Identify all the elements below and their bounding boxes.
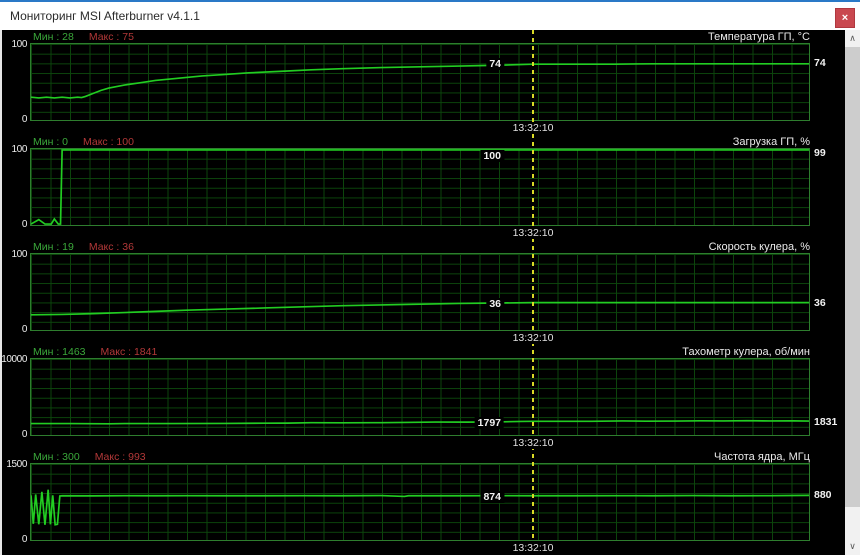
- panel-footer: 13:32:10: [0, 541, 845, 555]
- panel-footer: 13:32:10: [0, 436, 845, 450]
- minmax-labels: Мин : 300 Макс : 993: [33, 451, 146, 463]
- panel-title: Тахометр кулера, об/мин: [682, 346, 810, 358]
- cursor-value-label: 36: [486, 297, 504, 310]
- plot-line: [31, 301, 809, 316]
- end-value-label: 880: [814, 489, 832, 502]
- close-icon: ×: [841, 12, 849, 24]
- panel-header: Мин : 0 Макс : 100 Загрузка ГП, %: [0, 135, 845, 148]
- min-label: Мин : 300: [33, 451, 80, 463]
- graph-row: 100 0 100 99: [0, 144, 845, 230]
- panel-header: Мин : 28 Макс : 75 Температура ГП, °C: [0, 30, 845, 43]
- min-label: Мин : 1463: [33, 346, 86, 358]
- y-axis-max-label: 10000: [1, 354, 27, 365]
- plot-area[interactable]: 36: [30, 253, 810, 331]
- titlebar: Мониторинг MSI Afterburner v4.1.1 ×: [0, 0, 860, 30]
- max-label: Макс : 36: [88, 241, 134, 253]
- y-axis-max-label: 100: [11, 39, 28, 50]
- timestamp-label: 13:32:10: [510, 437, 556, 449]
- timestamp-label: 13:32:10: [510, 332, 556, 344]
- monitor-panel: Мин : 300 Макс : 993 Частота ядра, МГц 1500…: [0, 450, 845, 555]
- cursor-value-label: 874: [480, 490, 504, 503]
- monitor-panel: Мин : 28 Макс : 75 Температура ГП, °C 100 0 7…: [0, 30, 845, 135]
- minmax-labels: Мин : 28 Макс : 75: [33, 31, 134, 43]
- plot-area[interactable]: 100: [30, 148, 810, 226]
- minmax-labels: Мин : 19 Макс : 36: [33, 241, 134, 253]
- minmax-labels: Мин : 0 Макс : 100: [33, 136, 134, 148]
- end-value-label: 36: [814, 296, 826, 309]
- scroll-thumb[interactable]: [845, 47, 860, 507]
- min-label: Мин : 28: [33, 31, 74, 43]
- cursor-value-label: 100: [480, 150, 504, 162]
- max-label: Макс : 75: [88, 31, 134, 43]
- monitor-content: Мин : 28 Макс : 75 Температура ГП, °C 100 0 7…: [0, 30, 845, 555]
- y-axis-max-label: 100: [11, 144, 28, 155]
- timestamp-label: 13:32:10: [510, 122, 556, 134]
- timestamp-label: 13:32:10: [510, 542, 556, 554]
- plot-area[interactable]: 1797: [30, 358, 810, 436]
- window-left-border: [0, 30, 2, 555]
- min-label: Мин : 19: [33, 241, 74, 253]
- cursor-line: [532, 30, 534, 555]
- max-label: Макс : 1841: [100, 346, 158, 358]
- graph-row: 100 0 74 74: [0, 39, 845, 125]
- panel-header: Мин : 1463 Макс : 1841 Тахометр кулера, об…: [0, 345, 845, 358]
- graph-row: 10000 0 1797 1831: [0, 354, 845, 440]
- monitor-panel: Мин : 19 Макс : 36 Скорость кулера, % 100 0 3…: [0, 240, 845, 345]
- graph-row: 100 0 36 36: [0, 249, 845, 335]
- plot-area[interactable]: 874: [30, 463, 810, 541]
- panel-title: Частота ядра, МГц: [714, 451, 810, 463]
- max-label: Макс : 993: [94, 451, 146, 463]
- graph-row: 1500 0 874 880: [0, 459, 845, 545]
- window-title: Мониторинг MSI Afterburner v4.1.1: [10, 9, 200, 23]
- y-axis-max-label: 100: [11, 249, 28, 260]
- monitor-panel: Мин : 1463 Макс : 1841 Тахометр кулера, об…: [0, 345, 845, 450]
- chevron-down-icon: ∨: [849, 541, 856, 551]
- max-label: Макс : 100: [83, 136, 134, 148]
- panel-footer: 13:32:10: [0, 331, 845, 345]
- panel-title: Загрузка ГП, %: [732, 136, 810, 148]
- close-button[interactable]: ×: [835, 8, 855, 28]
- plot-area[interactable]: 74: [30, 43, 810, 121]
- vertical-scrollbar[interactable]: ∧ ∨: [845, 30, 860, 555]
- monitor-panel: Мин : 0 Макс : 100 Загрузка ГП, % 100 0 100 99…: [0, 135, 845, 240]
- plot-line: [31, 419, 809, 425]
- scroll-down-button[interactable]: ∨: [845, 538, 860, 555]
- panel-footer: 13:32:10: [0, 226, 845, 240]
- plot-line: [31, 489, 809, 526]
- panel-header: Мин : 19 Макс : 36 Скорость кулера, %: [0, 240, 845, 253]
- y-axis-max-label: 1500: [6, 459, 27, 470]
- timestamp-label: 13:32:10: [510, 227, 556, 239]
- cursor-value-label: 74: [486, 58, 504, 71]
- minmax-labels: Мин : 1463 Макс : 1841: [33, 346, 157, 358]
- panel-footer: 13:32:10: [0, 121, 845, 135]
- panel-title: Скорость кулера, %: [708, 241, 810, 253]
- chevron-up-icon: ∧: [849, 33, 856, 43]
- scroll-up-button[interactable]: ∧: [845, 30, 860, 47]
- end-value-label: 99: [814, 147, 826, 159]
- plot-line: [31, 149, 809, 225]
- panel-title: Температура ГП, °C: [708, 31, 810, 43]
- plot-line: [31, 62, 809, 99]
- panels-container: Мин : 28 Макс : 75 Температура ГП, °C 100 0 7…: [0, 30, 845, 555]
- monitor-window: Мониторинг MSI Afterburner v4.1.1 × Мин …: [0, 0, 860, 555]
- end-value-label: 74: [814, 57, 826, 70]
- end-value-label: 1831: [814, 415, 838, 428]
- cursor-value-label: 1797: [474, 416, 504, 429]
- min-label: Мин : 0: [33, 136, 69, 148]
- panel-header: Мин : 300 Макс : 993 Частота ядра, МГц: [0, 450, 845, 463]
